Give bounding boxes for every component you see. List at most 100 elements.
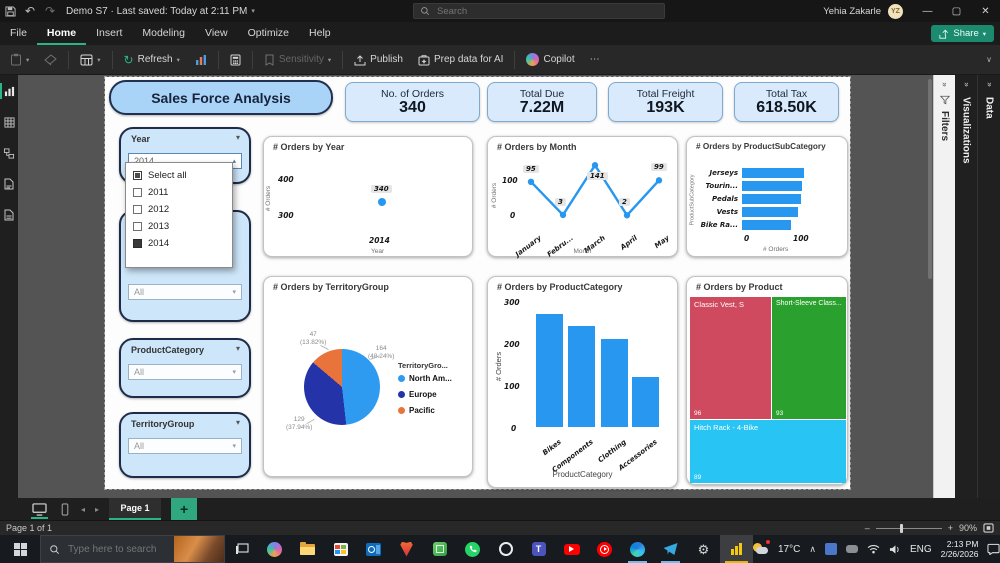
chevron-down-icon[interactable]: ▾ [236, 133, 240, 142]
redo-icon[interactable]: ↷ [40, 5, 60, 17]
fit-to-page-icon[interactable] [983, 523, 994, 533]
chart-orders-by-year[interactable]: # Orders by Year # Orders 400 300 340 20… [263, 136, 473, 257]
territory-group-slicer[interactable]: TerritoryGroup ▾ All ▾ [119, 412, 251, 478]
language-indicator[interactable]: ENG [910, 544, 932, 555]
expand-pane-icon[interactable]: « [984, 82, 993, 86]
avatar[interactable]: YZ [888, 3, 903, 19]
column-bar[interactable] [568, 326, 595, 427]
maximize-button[interactable]: ▢ [942, 0, 971, 22]
edge-browser-icon[interactable] [621, 535, 654, 563]
bar[interactable] [742, 219, 791, 230]
option-2013[interactable]: 2013 [126, 218, 232, 235]
table-view-button[interactable] [0, 114, 18, 130]
mobile-layout-button[interactable] [59, 498, 71, 520]
line-series[interactable] [488, 137, 679, 258]
menu-view[interactable]: View [195, 22, 238, 45]
new-page-button[interactable]: + [171, 498, 198, 520]
new-visual-button[interactable] [191, 51, 211, 69]
chart-orders-by-productcategory[interactable]: # Orders by ProductCategory # Orders 300… [487, 276, 678, 488]
checkbox-empty[interactable] [133, 222, 142, 231]
scatter-point[interactable] [378, 198, 386, 206]
legend-item[interactable]: North Am... [398, 374, 452, 383]
chevron-down-icon[interactable]: ▾ [236, 344, 240, 353]
settings-icon[interactable]: ⚙ [687, 535, 720, 563]
product-category-slicer[interactable]: ProductCategory ▾ All ▾ [119, 338, 251, 398]
title-dropdown-icon[interactable]: ▾ [251, 7, 255, 15]
copilot-taskbar-icon[interactable] [258, 535, 291, 563]
treemap-cell-hitch-rack[interactable]: Hitch Rack - 4-Bike 89 [690, 420, 846, 483]
option-2014[interactable]: 2014 [126, 235, 232, 252]
brave-browser-icon[interactable] [390, 535, 423, 563]
menu-optimize[interactable]: Optimize [238, 22, 299, 45]
wifi-icon[interactable] [867, 544, 880, 554]
bar-row[interactable]: Bike Ra... [690, 218, 843, 231]
taskbar-search-input[interactable] [66, 542, 164, 556]
option-select-all[interactable]: Select all [126, 167, 232, 184]
volume-icon[interactable] [889, 544, 901, 555]
kpi-card-total-freight[interactable]: Total Freight 193K [608, 82, 723, 122]
legend-item[interactable]: Europe [398, 390, 452, 399]
menu-insert[interactable]: Insert [86, 22, 132, 45]
search-input[interactable] [435, 4, 635, 18]
option-2012[interactable]: 2012 [126, 201, 232, 218]
bar[interactable] [742, 167, 804, 178]
column-bar[interactable] [601, 338, 628, 427]
whatsapp-icon[interactable] [456, 535, 489, 563]
dax-query-view-button[interactable] [0, 176, 18, 192]
product-category-field[interactable]: All ▾ [128, 364, 242, 380]
column-bar[interactable] [536, 313, 563, 427]
user-name[interactable]: Yehia Zakarle [823, 6, 881, 17]
action-center-icon[interactable] [987, 543, 1000, 555]
bar-row[interactable]: Pedals [690, 192, 843, 205]
bar-row[interactable]: Jerseys [690, 166, 843, 179]
menu-home[interactable]: Home [36, 22, 87, 45]
green-app-icon[interactable] [423, 535, 456, 563]
minimize-button[interactable]: — [913, 0, 942, 22]
checkbox-empty[interactable] [133, 188, 142, 197]
hidden-slicer-field[interactable]: All ▾ [128, 284, 242, 300]
kpi-card-total-due[interactable]: Total Due 7.22M [487, 82, 597, 122]
youtube-music-icon[interactable] [588, 535, 621, 563]
next-page-icon[interactable]: ▸ [95, 505, 99, 514]
zoom-slider-thumb[interactable] [899, 523, 903, 533]
copilot-button[interactable]: Copilot [522, 50, 578, 69]
bar[interactable] [742, 206, 798, 217]
report-view-button[interactable] [0, 83, 18, 99]
powerbi-taskbar-icon[interactable] [720, 535, 753, 563]
global-search-box[interactable] [413, 3, 665, 19]
checkbox-checked[interactable] [133, 239, 142, 248]
kpi-card-orders[interactable]: No. of Orders 340 [345, 82, 480, 122]
data-pane-collapsed[interactable]: « Data [977, 75, 1000, 498]
bar[interactable] [742, 193, 802, 204]
bar[interactable] [742, 180, 803, 191]
outlook-icon[interactable] [357, 535, 390, 563]
telegram-icon[interactable] [654, 535, 687, 563]
publish-button[interactable]: Publish [350, 51, 407, 69]
tmdl-view-button[interactable] [0, 207, 18, 223]
chart-orders-by-month[interactable]: # Orders by Month # Orders 100 0 95 3 141 2… [487, 136, 679, 259]
model-view-button[interactable] [0, 145, 18, 161]
clock[interactable]: 2:13 PM 2/26/2026 [941, 539, 979, 559]
kpi-card-total-tax[interactable]: Total Tax 618.50K [734, 82, 839, 122]
bar-series[interactable]: Jerseys Tourin... Pedals Vests Bike Ra..… [690, 166, 843, 231]
teams-icon[interactable]: T [522, 535, 555, 563]
format-painter-button[interactable] [40, 51, 61, 69]
undo-icon[interactable]: ↶ [20, 5, 40, 17]
prep-data-ai-button[interactable]: Prep data for AI [414, 51, 508, 69]
zoom-in-button[interactable]: + [948, 523, 953, 533]
close-button[interactable]: ✕ [971, 0, 1000, 22]
chatgpt-icon[interactable] [489, 535, 522, 563]
bar-row[interactable]: Tourin... [690, 179, 843, 192]
share-button[interactable]: Share ▾ [931, 25, 994, 42]
report-page[interactable]: Sales Force Analysis No. of Orders 340 T… [104, 76, 851, 490]
chevron-down-icon[interactable]: ▾ [236, 418, 240, 427]
treemap-cell-short-sleeve[interactable]: Short-Sleeve Class... 93 [772, 297, 846, 419]
option-2011[interactable]: 2011 [126, 184, 232, 201]
checkbox-empty[interactable] [133, 205, 142, 214]
task-view-button[interactable] [225, 535, 258, 563]
chart-orders-by-territorygroup[interactable]: # Orders by TerritoryGroup 47 (13.82%) 1… [263, 276, 473, 477]
legend-item[interactable]: Pacific [398, 406, 452, 415]
collapse-ribbon-icon[interactable]: ∨ [986, 55, 992, 64]
visualizations-pane-collapsed[interactable]: « Visualizations [955, 75, 977, 498]
menu-help[interactable]: Help [299, 22, 341, 45]
